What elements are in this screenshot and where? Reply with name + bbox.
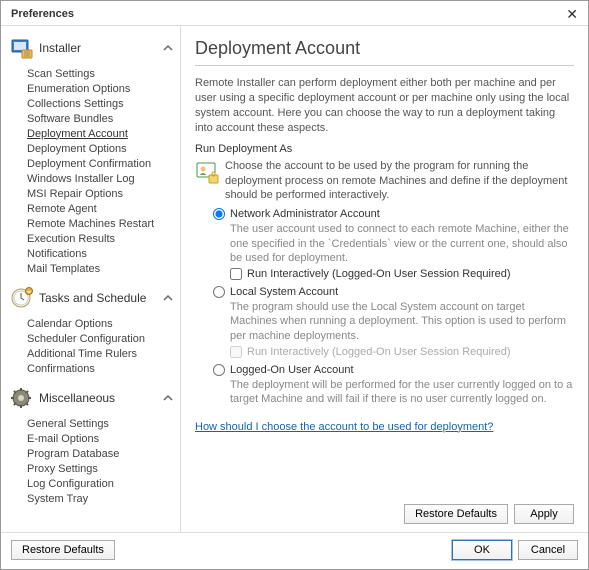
dialog-footer: Restore Defaults OK Cancel	[1, 532, 588, 566]
gear-icon	[9, 386, 33, 410]
checkbox-run-interactively-1[interactable]: Run Interactively (Logged-On User Sessio…	[230, 268, 574, 280]
section-misc: Miscellaneous General Settings E-mail Op…	[7, 382, 176, 506]
sidebar-item-enumeration-options[interactable]: Enumeration Options	[27, 81, 176, 96]
sidebar-item-general-settings[interactable]: General Settings	[27, 416, 176, 431]
sidebar-item-calendar-options[interactable]: Calendar Options	[27, 316, 176, 331]
sidebar-item-execution-results[interactable]: Execution Results	[27, 231, 176, 246]
opt-desc: The user account used to connect to each…	[213, 222, 574, 265]
sidebar-item-email-options[interactable]: E-mail Options	[27, 431, 176, 446]
section-header-misc[interactable]: Miscellaneous	[7, 382, 176, 414]
sidebar-item-notifications[interactable]: Notifications	[27, 246, 176, 261]
restore-all-defaults-button[interactable]: Restore Defaults	[11, 540, 115, 560]
sidebar-item-deployment-account[interactable]: Deployment Account	[27, 126, 176, 141]
ok-button[interactable]: OK	[452, 540, 512, 560]
sidebar-item-proxy-settings[interactable]: Proxy Settings	[27, 461, 176, 476]
titlebar: Preferences ✕	[1, 1, 588, 26]
radio-network-admin[interactable]: Network Administrator Account	[213, 208, 574, 220]
opt-local-system: Local System Account The program should …	[213, 286, 574, 358]
group-desc: Choose the account to be used by the pro…	[225, 159, 574, 202]
opt-desc: The program should use the Local System …	[213, 300, 574, 343]
body: Installer Scan Settings Enumeration Opti…	[1, 26, 588, 532]
content: Deployment Account Remote Installer can …	[181, 26, 588, 532]
sidebar-item-scan-settings[interactable]: Scan Settings	[27, 66, 176, 81]
restore-defaults-button[interactable]: Restore Defaults	[404, 504, 508, 524]
opt-desc: The deployment will be performed for the…	[213, 378, 574, 407]
section-label: Tasks and Schedule	[39, 291, 162, 305]
radio-label: Logged-On User Account	[230, 364, 354, 376]
sidebar-item-program-database[interactable]: Program Database	[27, 446, 176, 461]
sidebar-item-deployment-options[interactable]: Deployment Options	[27, 141, 176, 156]
checkbox-label: Run Interactively (Logged-On User Sessio…	[247, 268, 511, 280]
chevron-up-icon	[162, 292, 174, 304]
section-installer: Installer Scan Settings Enumeration Opti…	[7, 32, 176, 276]
sidebar-item-remote-agent[interactable]: Remote Agent	[27, 201, 176, 216]
radio-logged-on-user-input[interactable]	[213, 364, 225, 376]
sidebar-item-log-configuration[interactable]: Log Configuration	[27, 476, 176, 491]
sidebar: Installer Scan Settings Enumeration Opti…	[1, 26, 181, 532]
sub-opt-run-interactively-1: Run Interactively (Logged-On User Sessio…	[213, 268, 574, 280]
checkbox-run-interactively-2-input	[230, 346, 242, 358]
sidebar-item-windows-installer-log[interactable]: Windows Installer Log	[27, 171, 176, 186]
options: Network Administrator Account The user a…	[195, 208, 574, 412]
help-link[interactable]: How should I choose the account to be us…	[195, 421, 574, 433]
section-header-installer[interactable]: Installer	[7, 32, 176, 64]
sidebar-item-system-tray[interactable]: System Tray	[27, 491, 176, 506]
content-footer: Restore Defaults Apply	[195, 496, 574, 524]
account-icon	[195, 160, 219, 184]
installer-icon	[9, 36, 33, 60]
chevron-up-icon	[162, 392, 174, 404]
chevron-up-icon	[162, 42, 174, 54]
checkbox-run-interactively-2: Run Interactively (Logged-On User Sessio…	[230, 346, 574, 358]
sidebar-item-deployment-confirmation[interactable]: Deployment Confirmation	[27, 156, 176, 171]
opt-network-admin: Network Administrator Account The user a…	[213, 208, 574, 280]
section-items-tasks: Calendar Options Scheduler Configuration…	[7, 314, 176, 376]
sidebar-item-msi-repair-options[interactable]: MSI Repair Options	[27, 186, 176, 201]
sub-opt-run-interactively-2: Run Interactively (Logged-On User Sessio…	[213, 346, 574, 358]
checkbox-label: Run Interactively (Logged-On User Sessio…	[247, 346, 511, 358]
apply-button[interactable]: Apply	[514, 504, 574, 524]
section-items-installer: Scan Settings Enumeration Options Collec…	[7, 64, 176, 276]
window-title: Preferences	[11, 8, 74, 20]
opt-logged-on-user: Logged-On User Account The deployment wi…	[213, 364, 574, 407]
checkbox-run-interactively-1-input[interactable]	[230, 268, 242, 280]
sidebar-item-remote-machines-restart[interactable]: Remote Machines Restart	[27, 216, 176, 231]
group-box: Choose the account to be used by the pro…	[195, 159, 574, 202]
group-label: Run Deployment As	[195, 143, 574, 155]
sidebar-item-collections-settings[interactable]: Collections Settings	[27, 96, 176, 111]
intro-text: Remote Installer can perform deployment …	[195, 76, 574, 135]
sidebar-item-software-bundles[interactable]: Software Bundles	[27, 111, 176, 126]
section-header-tasks[interactable]: Tasks and Schedule	[7, 282, 176, 314]
radio-local-system-input[interactable]	[213, 286, 225, 298]
clock-icon	[9, 286, 33, 310]
radio-label: Local System Account	[230, 286, 338, 298]
section-label: Installer	[39, 41, 162, 55]
section-items-misc: General Settings E-mail Options Program …	[7, 414, 176, 506]
sidebar-item-additional-time-rulers[interactable]: Additional Time Rulers	[27, 346, 176, 361]
sidebar-item-scheduler-configuration[interactable]: Scheduler Configuration	[27, 331, 176, 346]
close-icon[interactable]: ✕	[566, 7, 578, 21]
radio-logged-on-user[interactable]: Logged-On User Account	[213, 364, 574, 376]
page-title: Deployment Account	[195, 38, 574, 66]
radio-local-system[interactable]: Local System Account	[213, 286, 574, 298]
section-label: Miscellaneous	[39, 391, 162, 405]
cancel-button[interactable]: Cancel	[518, 540, 578, 560]
sidebar-item-confirmations[interactable]: Confirmations	[27, 361, 176, 376]
section-tasks: Tasks and Schedule Calendar Options Sche…	[7, 282, 176, 376]
sidebar-item-mail-templates[interactable]: Mail Templates	[27, 261, 176, 276]
radio-network-admin-input[interactable]	[213, 208, 225, 220]
radio-label: Network Administrator Account	[230, 208, 380, 220]
